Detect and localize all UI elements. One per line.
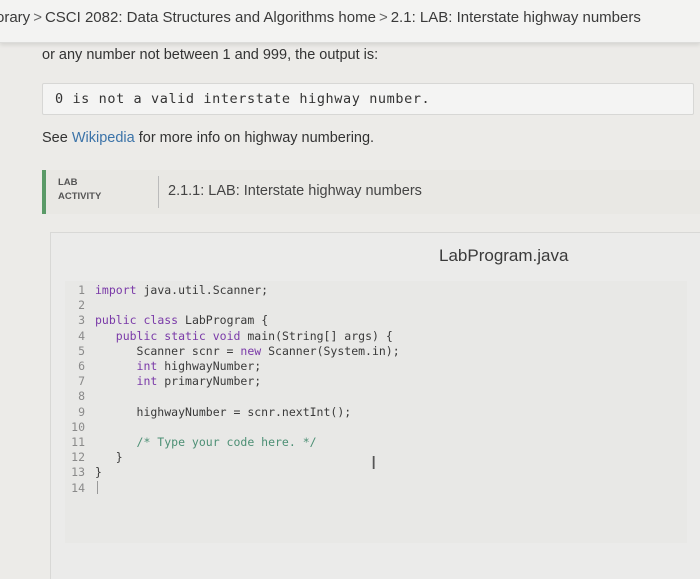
code-line[interactable]: 7 int primaryNumber; — [65, 374, 685, 388]
code-line[interactable]: 10 — [65, 420, 685, 434]
code-text[interactable]: public static void main(String[] args) { — [95, 329, 393, 343]
code-line[interactable]: 4 public static void main(String[] args)… — [65, 329, 685, 343]
line-number: 4 — [78, 328, 85, 343]
code-line[interactable]: 3 public class LabProgram { — [65, 313, 685, 327]
code-line[interactable]: 9 highwayNumber = scnr.nextInt(); — [65, 405, 685, 419]
line-number: 9 — [78, 404, 85, 419]
top-bar: orary > CSCI 2082: Data Structures and Alg… — [0, 0, 700, 43]
line-number: 13 — [71, 465, 85, 480]
see-more-line: See Wikipedia for more info on highway n… — [42, 130, 374, 146]
code-text[interactable]: public class LabProgram { — [95, 313, 268, 327]
code-text[interactable]: int primaryNumber; — [95, 374, 262, 388]
activity-label-line2: ACTIVITY — [58, 191, 102, 202]
see-prefix: See — [42, 130, 68, 146]
line-number: 2 — [78, 298, 85, 313]
code-area[interactable]: I 1 import java.util.Scanner; 2 3 public cla… — [65, 281, 687, 543]
code-text[interactable]: /* Type your code here. */ — [95, 435, 317, 449]
breadcrumb-section[interactable]: 2.1: LAB: Interstate highway numbers — [391, 9, 641, 26]
line-number: 3 — [78, 313, 85, 328]
wikipedia-link[interactable]: Wikipedia — [72, 130, 135, 146]
line-number: 10 — [71, 419, 85, 434]
example-output-text: 0 is not a valid interstate highway numb… — [55, 91, 431, 107]
activity-divider — [158, 176, 159, 208]
code-line[interactable]: 13} — [65, 465, 685, 479]
breadcrumb-library[interactable]: orary — [0, 9, 30, 26]
code-text[interactable]: highwayNumber = scnr.nextInt(); — [95, 405, 352, 419]
activity-label-line1: LAB — [58, 177, 78, 188]
breadcrumb-separator: > — [33, 9, 42, 26]
code-line[interactable]: 14 — [65, 480, 685, 495]
lab-description: or any number not between 1 and 999, the… — [42, 47, 379, 63]
example-output-box: 0 is not a valid interstate highway numb… — [42, 83, 694, 115]
breadcrumb-course[interactable]: CSCI 2082: Data Structures and Algorithm… — [45, 9, 376, 26]
line-number: 12 — [71, 450, 85, 465]
code-text[interactable]: import java.util.Scanner; — [95, 283, 268, 297]
activity-accent-bar — [42, 170, 46, 214]
activity-title: 2.1.1: LAB: Interstate highway numbers — [168, 183, 422, 199]
caret — [97, 480, 98, 494]
code-line[interactable]: 12 } — [65, 450, 685, 464]
line-number: 14 — [71, 480, 85, 495]
breadcrumb-separator: > — [378, 9, 388, 26]
line-number: 7 — [78, 374, 85, 389]
line-number: 11 — [71, 435, 85, 449]
code-editor: LabProgram.java I 1 import java.util.Scan… — [50, 232, 700, 579]
editor-filename: LabProgram.java — [439, 246, 569, 265]
code-line[interactable]: 1 import java.util.Scanner; — [65, 283, 685, 297]
line-number: 5 — [78, 343, 85, 358]
code-text[interactable]: Scanner scnr = new Scanner(System.in); — [95, 344, 400, 358]
code-line[interactable]: 11 /* Type your code here. */ — [65, 435, 685, 449]
activity-label: LAB ACTIVITY — [58, 176, 101, 204]
code-line[interactable]: 6 int highwayNumber; — [65, 359, 685, 373]
code-line[interactable]: 5 Scanner scnr = new Scanner(System.in); — [65, 344, 685, 358]
line-number: 8 — [78, 389, 85, 404]
lab-activity-header: LAB ACTIVITY 2.1.1: LAB: Interstate high… — [42, 170, 700, 214]
line-number: 6 — [78, 359, 85, 373]
code-line[interactable]: 2 — [65, 298, 685, 312]
lab-content: or any number not between 1 and 999, the… — [0, 43, 700, 579]
code-text[interactable]: } — [95, 465, 102, 479]
line-number: 1 — [78, 283, 85, 297]
code-text[interactable]: int highwayNumber; — [95, 359, 262, 373]
see-suffix: for more info on highway numbering. — [138, 130, 375, 146]
code-text[interactable]: } — [95, 450, 123, 464]
code-line[interactable]: 8 — [65, 389, 685, 403]
breadcrumb: orary > CSCI 2082: Data Structures and Alg… — [0, 9, 641, 26]
